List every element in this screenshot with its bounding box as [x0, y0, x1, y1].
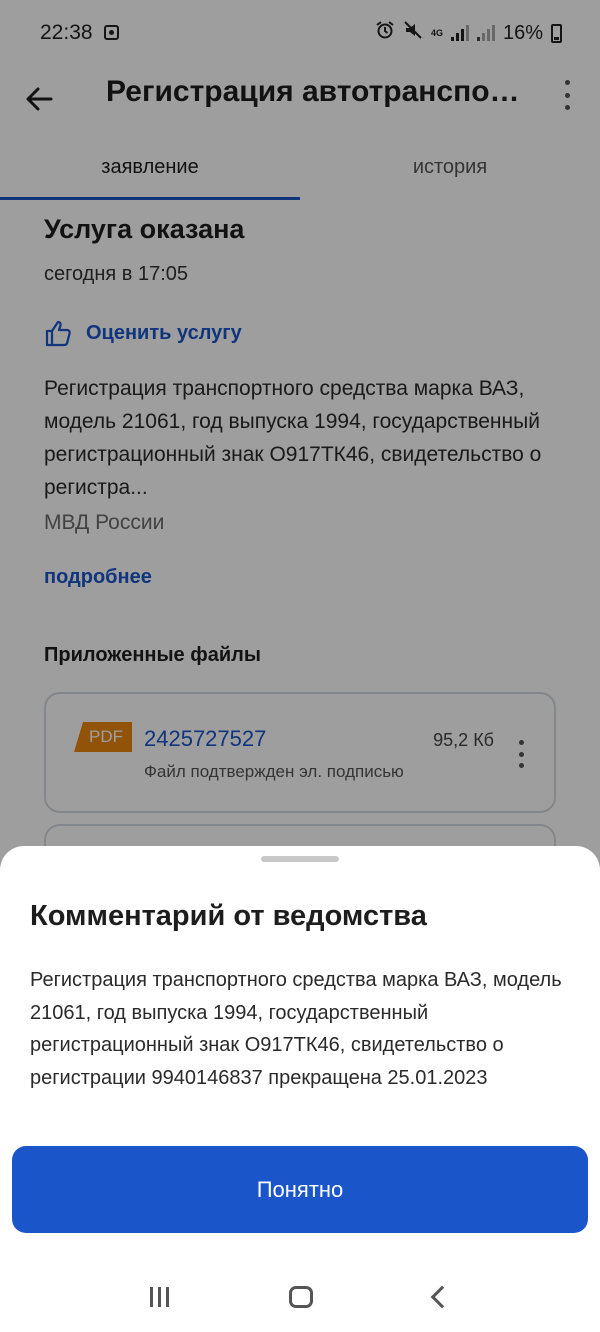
- comment-bottom-sheet: Комментарий от ведомства Регистрация тра…: [0, 846, 600, 1332]
- recent-apps-button[interactable]: [150, 1287, 170, 1307]
- home-button[interactable]: [289, 1286, 314, 1308]
- sheet-drag-handle[interactable]: [261, 856, 339, 862]
- system-back-button[interactable]: [430, 1285, 454, 1309]
- sheet-title: Комментарий от ведомства: [30, 900, 427, 932]
- sheet-comment-text: Регистрация транспортного средства марка…: [30, 969, 562, 1089]
- understood-button[interactable]: Понятно: [12, 1146, 588, 1233]
- system-nav-bar: [0, 1262, 600, 1332]
